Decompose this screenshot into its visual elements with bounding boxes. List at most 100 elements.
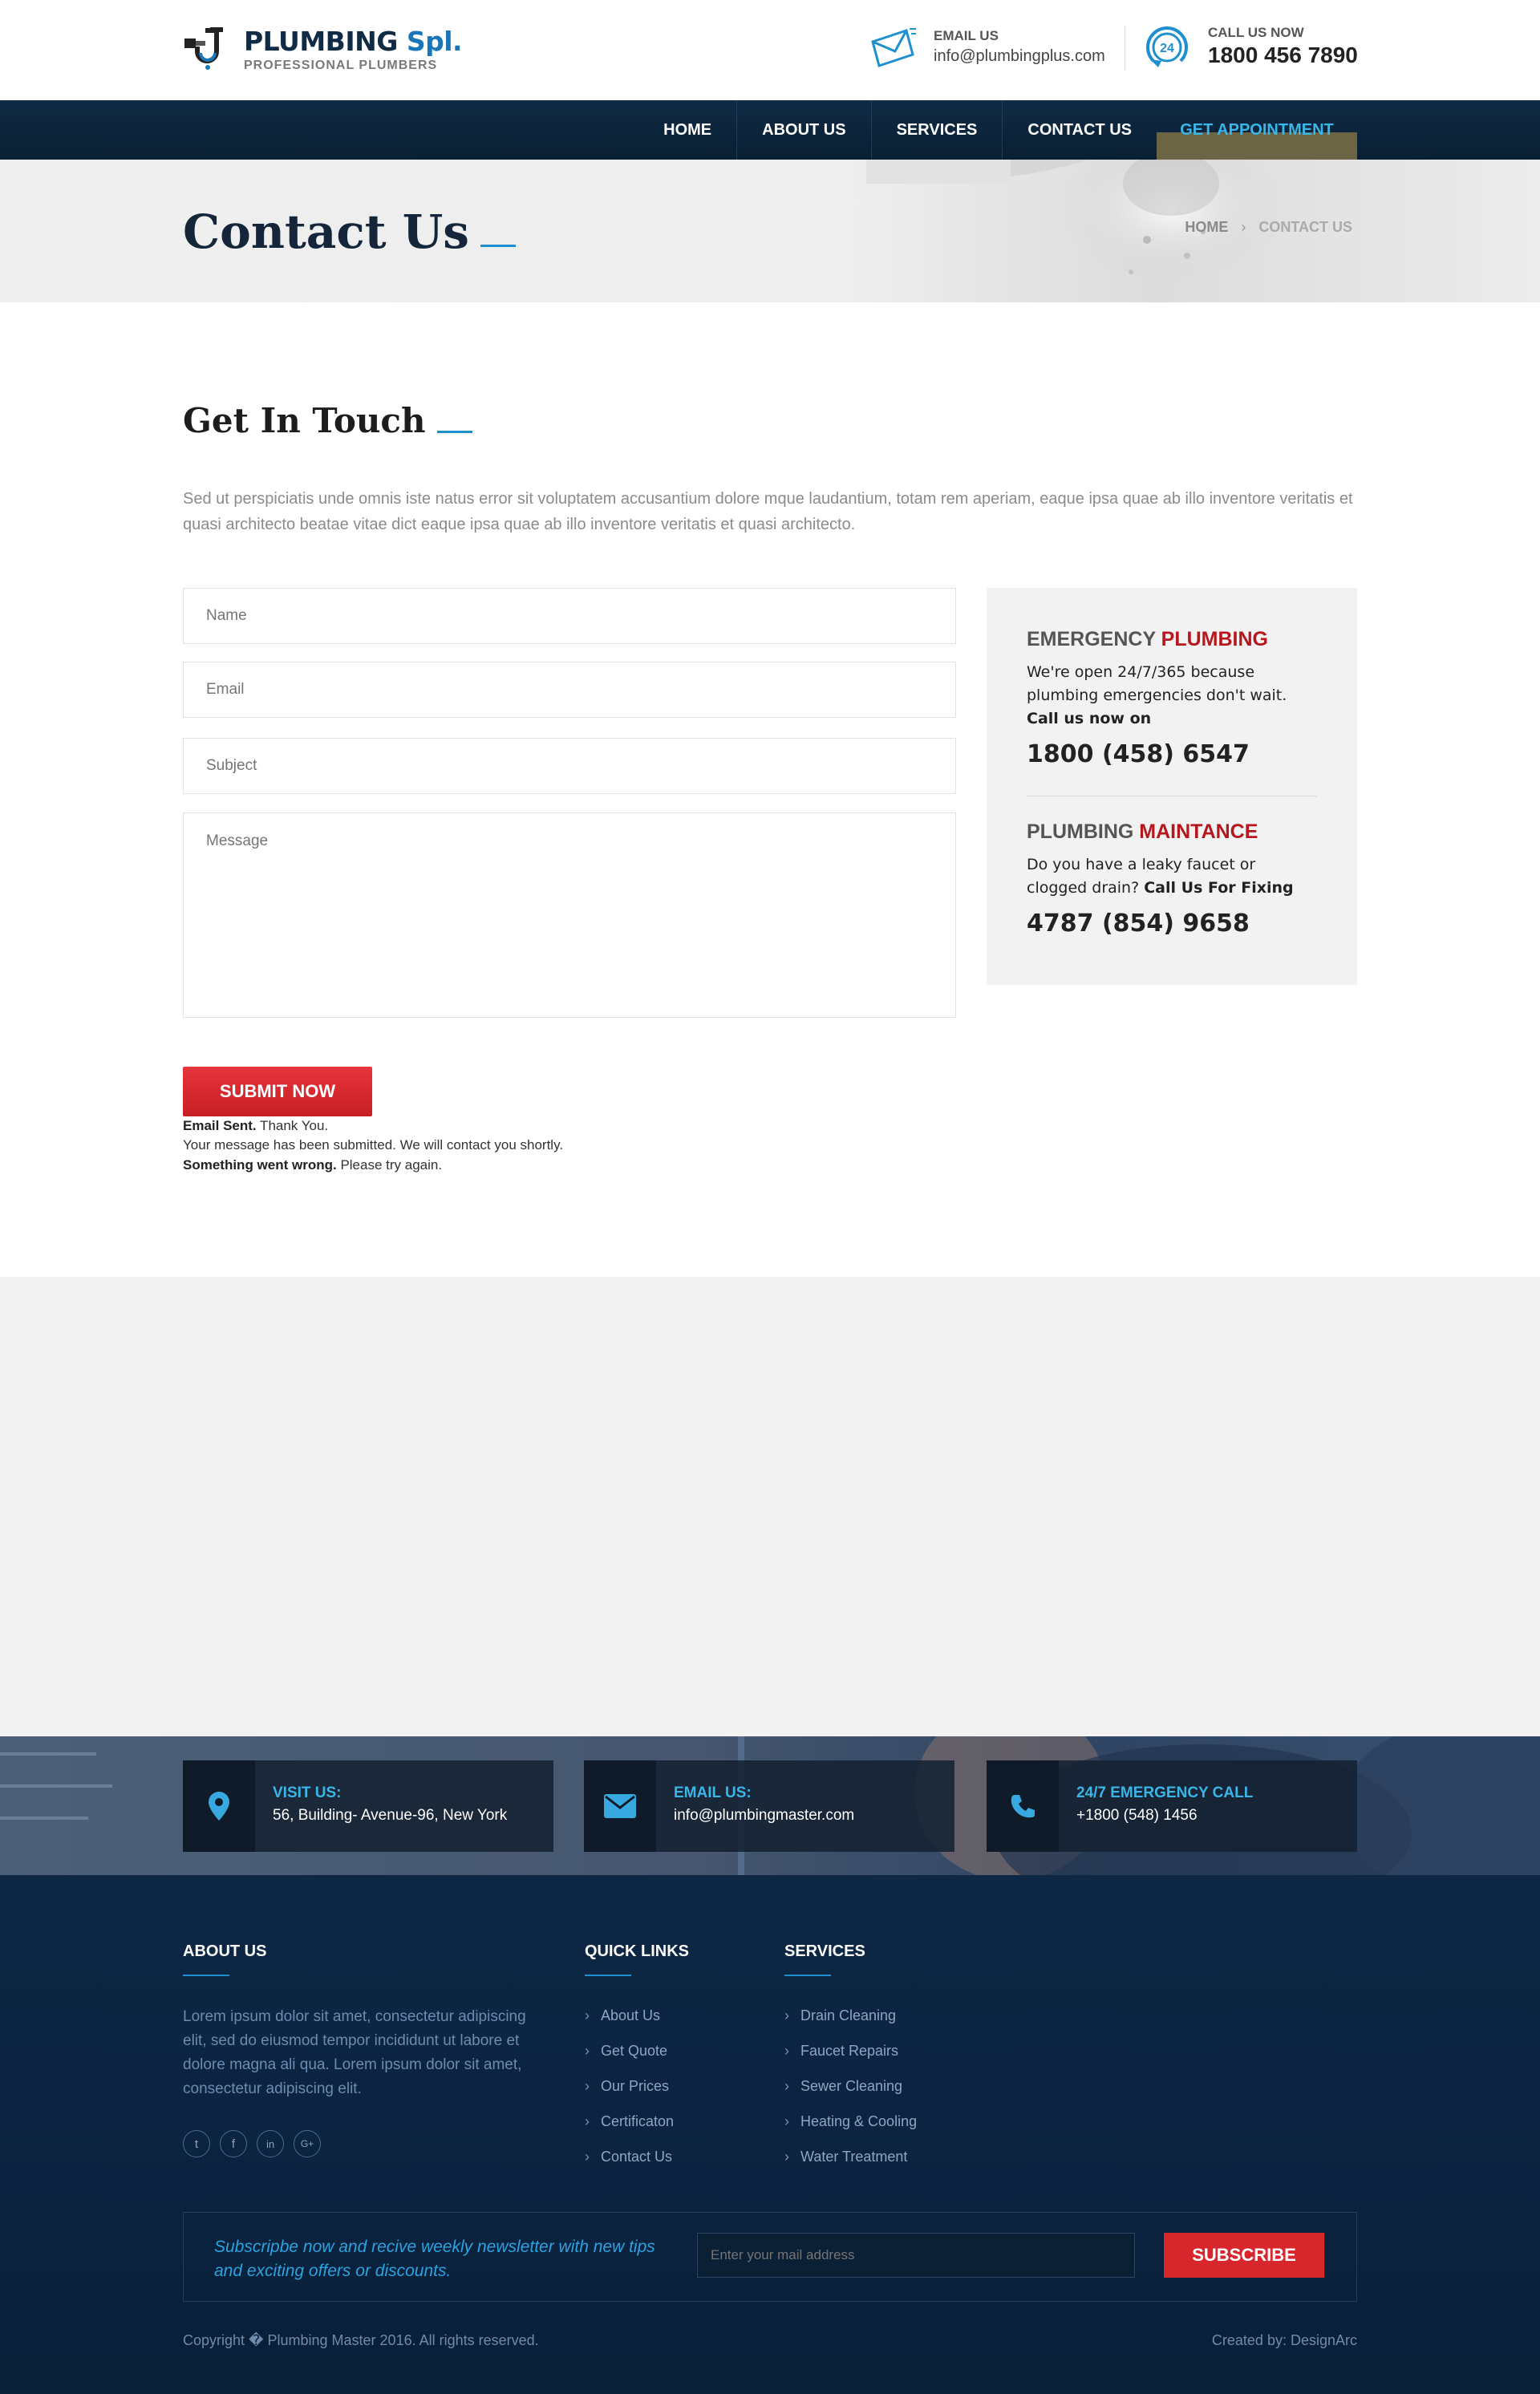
quick-link-prices[interactable]: › Our Prices xyxy=(585,2074,674,2109)
logo-subtitle: PROFESSIONAL PLUMBERS xyxy=(244,58,438,72)
intro-text: Sed ut perspiciatis unde omnis iste natu… xyxy=(183,490,1353,533)
facebook-icon[interactable]: f xyxy=(220,2130,247,2157)
pipe-logo-icon xyxy=(183,24,233,74)
emergency-text: We're open 24/7/365 because plumbing eme… xyxy=(1027,663,1287,727)
header-email: EMAIL US info@plumbingplus.com xyxy=(868,24,1105,69)
quick-link-certification[interactable]: › Certificaton xyxy=(585,2109,674,2145)
emergency-heading: EMERGENCY PLUMBING xyxy=(1027,628,1268,650)
24-hour-phone-icon: 24 xyxy=(1144,24,1190,69)
emergency-box: EMERGENCY PLUMBING We're open 24/7/365 b… xyxy=(987,588,1357,985)
email-label: EMAIL US xyxy=(934,27,999,43)
nav-item-about[interactable]: ABOUT US xyxy=(737,100,872,160)
emergency-phone[interactable]: 1800 (458) 6547 xyxy=(1027,740,1317,768)
maintenance-phone[interactable]: 4787 (854) 9658 xyxy=(1027,909,1317,938)
newsletter-box: Subscripbe now and recive weekly newslet… xyxy=(183,2212,1357,2302)
title-underline xyxy=(480,244,516,247)
email-us-label: EMAIL US: xyxy=(674,1784,752,1801)
page-banner: Contact Us HOME › CONTACT US xyxy=(0,160,1540,302)
footer-quick-links-title: QUICK LINKS xyxy=(585,1942,689,1960)
emergency-call-card: 24/7 EMERGENCY CALL +1800 (548) 1456 xyxy=(987,1760,1357,1852)
visit-us-value: 56, Building- Avenue-96, New York xyxy=(273,1807,508,1824)
subject-field[interactable] xyxy=(183,738,956,794)
footer-services-underline xyxy=(784,1975,831,1976)
footer-services-title: SERVICES xyxy=(784,1942,865,1960)
call-value[interactable]: 1800 456 7890 xyxy=(1208,43,1358,68)
chevron-right-icon: › xyxy=(784,2113,789,2129)
maintenance-text: Do you have a leaky faucet or clogged dr… xyxy=(1027,856,1294,897)
map-pin-icon xyxy=(183,1760,255,1852)
credit-text: Created by: DesignArc xyxy=(1211,2332,1357,2348)
service-link-water[interactable]: › Water Treatment xyxy=(784,2145,917,2180)
nav-item-contact[interactable]: CONTACT US xyxy=(1003,100,1157,160)
name-field[interactable] xyxy=(183,588,956,644)
service-link-sewer[interactable]: › Sewer Cleaning xyxy=(784,2074,917,2109)
quick-link-about[interactable]: › About Us xyxy=(585,2003,674,2039)
footer-about-title: ABOUT US xyxy=(183,1942,267,1960)
quick-links-list: › About Us › Get Quote › Our Prices › Certif… xyxy=(585,2003,674,2180)
quick-link-quote[interactable]: › Get Quote xyxy=(585,2039,674,2074)
copyright-text: Copyright � Plumbing Master 2016. All ri… xyxy=(183,2332,539,2348)
get-appointment-button[interactable]: GET APPOINTMENT xyxy=(1157,100,1357,160)
maintenance-heading: PLUMBING MAINTANCE xyxy=(1027,820,1258,843)
email-us-value[interactable]: info@plumbingmaster.com xyxy=(674,1807,854,1825)
services-list: › Drain Cleaning › Faucet Repairs › Sewer C… xyxy=(784,2003,917,2180)
logo-title: PLUMBING Spl. xyxy=(244,25,463,57)
chevron-right-icon: › xyxy=(585,2113,590,2129)
chevron-right-icon: › xyxy=(784,2149,789,2165)
envelope-icon xyxy=(868,24,918,69)
newsletter-email-input[interactable] xyxy=(697,2233,1135,2278)
breadcrumb-home[interactable]: HOME xyxy=(1185,219,1228,236)
footer: ABOUT US Lorem ipsum dolor sit amet, con… xyxy=(0,1875,1540,2394)
submitted-message: Your message has been submitted. We will… xyxy=(183,1137,564,1152)
chevron-right-icon: › xyxy=(585,2007,590,2023)
call-label: CALL US NOW xyxy=(1208,25,1304,40)
breadcrumb-current: CONTACT US xyxy=(1258,219,1352,235)
footer-quick-links-underline xyxy=(585,1975,631,1976)
chevron-right-icon: › xyxy=(585,2078,590,2094)
chevron-right-icon: › xyxy=(585,2149,590,2165)
quick-link-contact[interactable]: › Contact Us xyxy=(585,2145,674,2180)
submit-button[interactable]: SUBMIT NOW xyxy=(183,1067,372,1116)
nav-item-services[interactable]: SERVICES xyxy=(872,100,1003,160)
24-text: 24 xyxy=(1160,42,1174,55)
message-field[interactable] xyxy=(183,812,956,1018)
header-call: 24 CALL US NOW 1800 456 7890 xyxy=(1144,24,1358,69)
social-links: t f in G+ xyxy=(183,2130,330,2157)
google-plus-icon[interactable]: G+ xyxy=(294,2130,321,2157)
service-link-heating[interactable]: › Heating & Cooling xyxy=(784,2109,917,2145)
section-title: Get In Touch xyxy=(183,401,472,440)
top-header: PLUMBING Spl. PROFESSIONAL PLUMBERS EMAI… xyxy=(0,0,1540,100)
title-underline xyxy=(436,430,472,433)
error-message: Something went wrong. Please try again. xyxy=(183,1157,443,1173)
service-link-drain[interactable]: › Drain Cleaning xyxy=(784,2003,917,2039)
service-link-faucet[interactable]: › Faucet Repairs xyxy=(784,2039,917,2074)
breadcrumb-chevron-icon: › xyxy=(1241,219,1246,235)
emergency-call-label: 24/7 EMERGENCY CALL xyxy=(1076,1784,1254,1801)
footer-about-underline xyxy=(183,1975,229,1976)
email-us-card: EMAIL US: info@plumbingmaster.com xyxy=(584,1760,954,1852)
emergency-call-value[interactable]: +1800 (548) 1456 xyxy=(1076,1807,1253,1825)
footer-about-text: Lorem ipsum dolor sit amet, consectetur … xyxy=(183,2008,526,2097)
visit-us-label: VISIT US: xyxy=(273,1784,342,1801)
chevron-right-icon: › xyxy=(784,2043,789,2059)
info-strip: VISIT US: 56, Building- Avenue-96, New Y… xyxy=(0,1736,1540,1875)
map-placeholder[interactable] xyxy=(0,1277,1540,1736)
chevron-right-icon: › xyxy=(784,2078,789,2094)
newsletter-text: Subscripbe now and recive weekly newslet… xyxy=(214,2238,655,2280)
nav-item-home[interactable]: HOME xyxy=(638,100,738,160)
chevron-right-icon: › xyxy=(784,2007,789,2023)
envelope-icon xyxy=(584,1760,656,1852)
visit-us-card: VISIT US: 56, Building- Avenue-96, New Y… xyxy=(183,1760,553,1852)
breadcrumb: HOME › CONTACT US xyxy=(1185,219,1352,236)
email-sent-message: Email Sent. Thank You. xyxy=(183,1118,329,1133)
email-value[interactable]: info@plumbingplus.com xyxy=(934,47,1105,66)
chevron-right-icon: › xyxy=(585,2043,590,2059)
email-field[interactable] xyxy=(183,662,956,718)
twitter-icon[interactable]: t xyxy=(183,2130,210,2157)
subscribe-button[interactable]: SUBSCRIBE xyxy=(1164,2233,1324,2278)
phone-icon xyxy=(987,1760,1059,1852)
linkedin-icon[interactable]: in xyxy=(257,2130,284,2157)
page-title: Contact Us xyxy=(183,205,516,259)
main-nav: HOME ABOUT US SERVICES CONTACT US GET AP… xyxy=(0,100,1540,160)
logo[interactable]: PLUMBING Spl. PROFESSIONAL PLUMBERS xyxy=(183,24,463,74)
